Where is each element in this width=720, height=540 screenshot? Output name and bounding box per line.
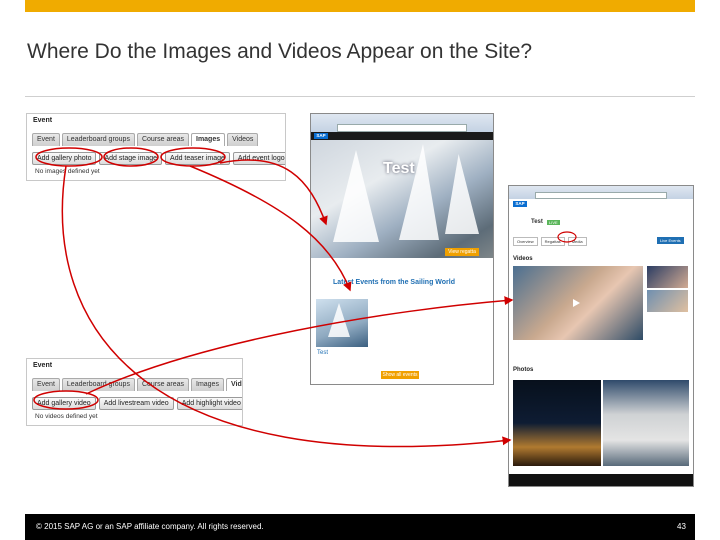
editor-button-row: Add gallery photo Add stage image Add te… [32,152,285,165]
stage-title: Test [383,160,415,177]
tab-videos[interactable]: Videos [227,133,259,146]
teaser-image[interactable] [316,299,368,347]
tab-course-areas[interactable]: Course areas [136,378,189,391]
gallery-video-thumb[interactable] [647,266,688,288]
tab-images[interactable]: Images [191,133,226,146]
slide-title: Where Do the Images and Videos Appear on… [27,40,533,63]
gallery-photo[interactable] [603,380,689,466]
editor-videos-panel: Event Event Leaderboard groups Course ar… [26,358,243,426]
gallery-video-thumb[interactable] [647,290,688,312]
stage-image [311,140,493,258]
empty-videos-note: No videos defined yet [35,413,98,420]
site-home-screenshot: SAP Test View regatta Latest Events from… [310,113,494,385]
browser-chrome [509,186,693,199]
add-stage-image-button[interactable]: Add stage image [99,152,163,165]
empty-images-note: No images defined yet [35,168,100,175]
tab-event[interactable]: Event [32,378,60,391]
editor-images-panel: Event Event Leaderboard groups Course ar… [26,113,286,181]
add-livestream-video-button[interactable]: Add livestream video [98,397,174,410]
page-number: 43 [677,522,686,531]
add-gallery-photo-button[interactable]: Add gallery photo [32,152,97,165]
show-all-events-button[interactable]: Show all events [381,371,419,379]
add-teaser-image-button[interactable]: Add teaser image [165,152,230,165]
add-highlight-video-button[interactable]: Add highlight video [176,397,242,410]
highlight-video[interactable] [513,266,643,340]
browser-chrome [311,114,493,132]
photos-heading: Photos [513,367,534,373]
site-event-screenshot: SAP Test LIVE Overview Regattas Media Li… [508,185,694,487]
event-title: Test [531,219,543,225]
tab-course-areas[interactable]: Course areas [136,133,189,146]
tab-overview[interactable]: Overview [513,237,538,246]
tab-leaderboard-groups[interactable]: Leaderboard groups [61,133,135,146]
tab-leaderboard-groups[interactable]: Leaderboard groups [61,378,135,391]
add-event-logo-button[interactable]: Add event logo [232,152,285,165]
address-bar[interactable] [337,124,467,132]
add-gallery-video-button[interactable]: Add gallery video [32,397,96,410]
editor-tab-row: Event Leaderboard groups Course areas Im… [32,378,242,391]
tab-event[interactable]: Event [32,133,60,146]
tab-regattas[interactable]: Regattas [540,237,565,246]
site-footer [509,474,693,486]
view-regatta-button[interactable]: View regatta [445,248,479,256]
editor-tab-row: Event Leaderboard groups Course areas Im… [32,133,285,146]
sap-logo: SAP [314,133,328,139]
editor-heading: Event [33,117,53,124]
sail-shape [333,150,379,242]
tab-media[interactable]: Media [567,237,587,246]
tab-images[interactable]: Images [191,378,224,391]
site-nav [311,132,493,140]
address-bar[interactable] [535,192,667,199]
gallery-photo[interactable] [513,380,601,466]
accent-bar [25,0,695,12]
editor-button-row: Add gallery video Add livestream video A… [32,397,242,410]
sail-shape [445,154,479,234]
latest-events-heading: Latest Events from the Sailing World [333,279,456,286]
play-icon[interactable] [573,299,580,307]
card-title: Test [317,350,329,356]
videos-heading: Videos [513,256,533,262]
event-tab-row: Overview Regattas Media [513,237,587,246]
tab-videos[interactable]: Videos [225,378,242,391]
sail-shape [399,144,439,240]
live-events-button[interactable]: Live Events [657,237,684,244]
live-badge: LIVE [547,220,560,225]
sap-logo: SAP [513,201,527,207]
title-divider [25,96,695,97]
editor-heading: Event [33,362,53,369]
sail-shape [328,303,350,337]
copyright-text: © 2015 SAP AG or an SAP affiliate compan… [36,522,264,531]
